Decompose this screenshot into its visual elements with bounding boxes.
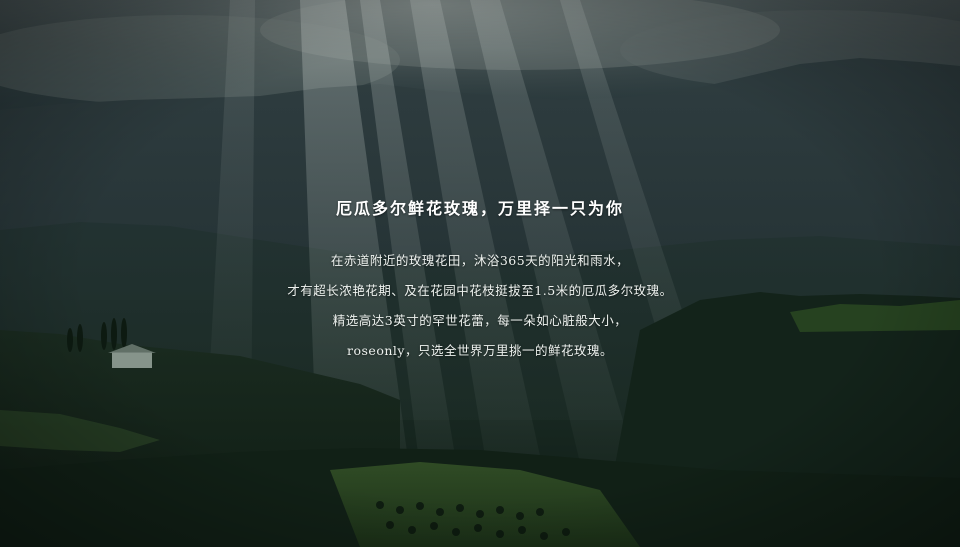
description-line: roseonly，只选全世界万里挑一的鲜花玫瑰。: [347, 343, 613, 358]
hero-copy: 厄瓜多尔鲜花玫瑰，万里择一只为你 在赤道附近的玫瑰花田，沐浴365天的阳光和雨水…: [0, 0, 960, 547]
hero-banner: 厄瓜多尔鲜花玫瑰，万里择一只为你 在赤道附近的玫瑰花田，沐浴365天的阳光和雨水…: [0, 0, 960, 547]
description-line: 精选高达3英寸的罕世花蕾，每一朵如心脏般大小，: [332, 313, 628, 328]
headline: 厄瓜多尔鲜花玫瑰，万里择一只为你: [335, 199, 624, 218]
description-paragraph: 在赤道附近的玫瑰花田，沐浴365天的阳光和雨水， 才有超长浓艳花期、及在花园中花…: [0, 250, 960, 370]
description-line: 才有超长浓艳花期、及在花园中花枝挺拔至1.5米的厄瓜多尔玫瑰。: [287, 283, 673, 298]
description-line: 在赤道附近的玫瑰花田，沐浴365天的阳光和雨水，: [330, 253, 630, 268]
